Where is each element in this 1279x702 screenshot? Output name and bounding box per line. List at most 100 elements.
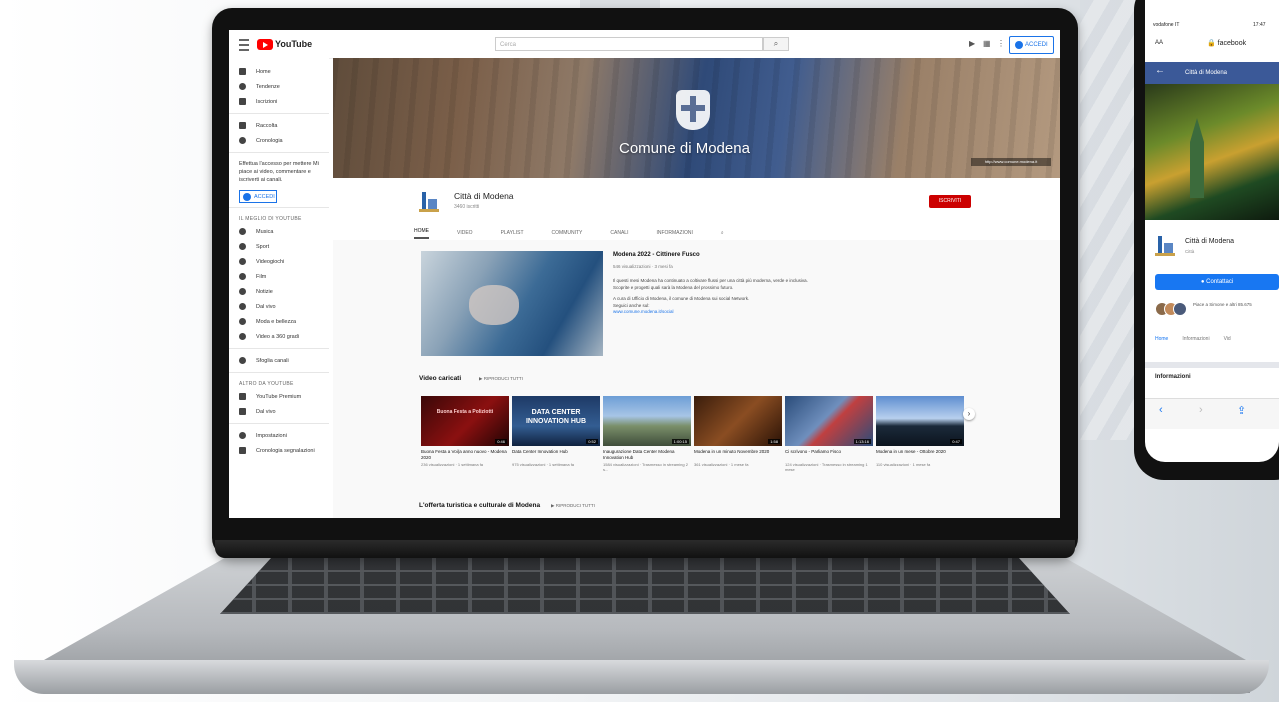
channel-name: Città di Modena [454, 191, 514, 201]
video-thumbnail[interactable]: 1:13:16 [785, 396, 873, 446]
tab-video[interactable]: VIDEO [457, 230, 473, 236]
sidebar-item-label: Film [256, 273, 267, 280]
subscribe-button[interactable]: ISCRIVITI [929, 195, 971, 208]
status-time: 17:47 [1253, 22, 1266, 28]
sign-in-button[interactable]: ACCEDI [1009, 36, 1054, 54]
tab-channels[interactable]: CANALI [610, 230, 628, 236]
video-duration: 0:52 [586, 439, 598, 444]
back-arrow-icon[interactable]: ← [1155, 65, 1165, 76]
sidebar-item-gaming[interactable]: Videogiochi [229, 254, 329, 269]
banner-link[interactable]: http://www.comune.modena.it [971, 158, 1051, 166]
sidebar-item-live-more[interactable]: Dal vivo [229, 404, 329, 419]
tab-videos[interactable]: Vid [1224, 336, 1231, 342]
youtube-logo[interactable]: YouTube [257, 38, 312, 50]
video-thumbnail[interactable]: 0:47 [876, 396, 964, 446]
tab-about[interactable]: INFORMAZIONI [656, 230, 692, 236]
divider [229, 207, 329, 208]
channel-logo[interactable] [419, 190, 439, 212]
description-paragraph: Il questi mesi Modena ha continuato a co… [613, 278, 808, 290]
forward-icon[interactable]: › [1199, 404, 1203, 416]
laptop-keyboard-rows [220, 558, 1070, 614]
sidebar-item-live[interactable]: Dal vivo [229, 299, 329, 314]
tab-community[interactable]: COMMUNITY [552, 230, 583, 236]
youtube-logo-text: YouTube [275, 39, 313, 49]
sidebar-item-label: Tendenze [256, 83, 280, 90]
user-icon [1015, 41, 1023, 49]
tab-info[interactable]: Informazioni [1182, 336, 1209, 342]
play-all-button[interactable]: ▶ RIPRODUCI TUTTI [551, 503, 595, 509]
video-title[interactable]: Inaugurazione Data Center Modena Innovat… [603, 449, 691, 460]
video-title[interactable]: Buona Festa a Voi(a anno nuovo - Modena … [421, 449, 509, 460]
video-meta: 110 visualizzazioni · 1 mese fa [876, 462, 931, 467]
sidebar-item-news[interactable]: Notizie [229, 284, 329, 299]
sidebar-item-360[interactable]: Video a 360 gradi [229, 329, 329, 344]
sidebar-sign-in-button[interactable]: ACCEDI [239, 190, 277, 203]
video-duration: 0:46 [495, 439, 507, 444]
sidebar-item-label: Video a 360 gradi [256, 333, 300, 340]
divider [229, 423, 329, 424]
chevron-right-icon[interactable]: › [963, 408, 975, 420]
video-title[interactable]: Data Center Innovation Hub [512, 449, 600, 455]
video-title[interactable]: Modena in un mese - Ottobre 2020 [876, 449, 964, 455]
best-of-heading: IL MEGLIO DI YOUTUBE [239, 216, 302, 222]
search-input[interactable]: Cerca [495, 37, 763, 51]
address-text: facebook [1217, 40, 1247, 47]
cover-photo[interactable] [1145, 84, 1279, 220]
sidebar-item-history[interactable]: Cronologia [229, 133, 329, 148]
sidebar-item-label: Raccolta [256, 122, 278, 129]
subscriber-count: 3460 iscritti [454, 204, 480, 210]
news-icon [239, 288, 246, 295]
sidebar-item-trending[interactable]: Tendenze [229, 79, 329, 94]
tab-home[interactable]: Home [1155, 336, 1168, 342]
video-thumbnail[interactable]: Buona Festa a Poliziotti 0:46 [421, 396, 509, 446]
featured-video-title[interactable]: Modena 2022 - Cittinere Fusco [613, 252, 700, 258]
share-icon[interactable]: ⇪ [1237, 404, 1246, 417]
video-thumbnail[interactable]: DATA CENTER INNOVATION HUB 0:52 [512, 396, 600, 446]
description-link[interactable]: www.comune.modena.it/social [613, 309, 813, 316]
text-size-button[interactable]: AA [1155, 40, 1163, 46]
fashion-icon [239, 318, 246, 325]
next-section-title[interactable]: L'offerta turistica e culturale di Moden… [419, 502, 540, 509]
uploads-title[interactable]: Video caricati [419, 375, 461, 382]
video-camera-icon[interactable]: ▶ [969, 39, 975, 48]
sidebar-item-premium[interactable]: YouTube Premium [229, 389, 329, 404]
play-all-button[interactable]: ▶ RIPRODUCI TUTTI [479, 376, 523, 382]
page-logo[interactable] [1155, 234, 1175, 256]
sign-in-label: ACCEDI [1025, 42, 1048, 48]
video-meta: 236 visualizzazioni · 1 settimana fa [421, 462, 484, 467]
more-icon[interactable]: ⋮ [997, 39, 1005, 48]
sidebar-item-film[interactable]: Film [229, 269, 329, 284]
tab-playlist[interactable]: PLAYLIST [501, 230, 524, 236]
video-thumbnail[interactable]: 1:00:15 [603, 396, 691, 446]
sidebar-item-sport[interactable]: Sport [229, 239, 329, 254]
sidebar-item-report-history[interactable]: Cronologia segnalazioni [229, 443, 329, 458]
sidebar-item-music[interactable]: Musica [229, 224, 329, 239]
search-icon[interactable]: ⌕ [763, 37, 789, 51]
sidebar-item-label: Cronologia [256, 137, 283, 144]
sidebar-item-label: Home [256, 68, 271, 75]
video-title[interactable]: Modena in un minuto Novembre 2020 [694, 449, 782, 455]
apps-icon[interactable]: ▦ [983, 39, 991, 48]
menu-icon[interactable] [239, 39, 249, 51]
tab-home[interactable]: HOME [414, 228, 429, 239]
likes-text: Piace a Simone e altri 85.675 [1193, 302, 1252, 307]
video-duration: 1:58 [768, 439, 780, 444]
video-title[interactable]: Ci scrivono - Parliamo Fisco [785, 449, 873, 455]
address-bar[interactable]: 🔒 facebook [1207, 39, 1246, 47]
sidebar-item-settings[interactable]: Impostazioni [229, 428, 329, 443]
sidebar-item-subscriptions[interactable]: Iscrizioni [229, 94, 329, 109]
sidebar-item-home[interactable]: Home [229, 64, 329, 79]
crest-cross [681, 105, 705, 111]
sidebar-item-label: Notizie [256, 288, 273, 295]
sidebar-item-browse-channels[interactable]: Sfoglia canali [229, 353, 329, 368]
back-icon[interactable]: ‹ [1159, 404, 1163, 416]
search-icon[interactable]: ⌕ [721, 230, 724, 236]
divider [1145, 362, 1279, 368]
play-icon [257, 38, 273, 50]
friend-avatars [1155, 302, 1187, 316]
sidebar-item-library[interactable]: Raccolta [229, 118, 329, 133]
contact-button[interactable]: ● Contattaci [1155, 274, 1279, 290]
video-thumbnail[interactable]: 1:58 [694, 396, 782, 446]
sidebar-item-label: Iscrizioni [256, 98, 278, 105]
sidebar-item-fashion[interactable]: Moda e bellezza [229, 314, 329, 329]
